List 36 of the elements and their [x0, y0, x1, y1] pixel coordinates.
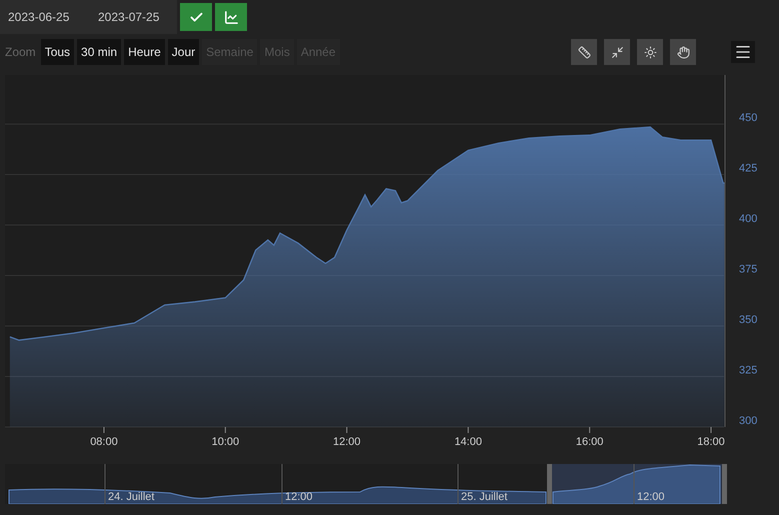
zoom-button[interactable]: Jour: [168, 39, 200, 65]
zoom-button[interactable]: Heure: [124, 39, 165, 65]
x-axis-label: 12:00: [333, 436, 361, 448]
menu-button[interactable]: [731, 41, 755, 63]
zoom-button[interactable]: 30 min: [77, 39, 122, 65]
navigator-label: 12:00: [637, 491, 665, 503]
navigator-label: 25. Juillet: [461, 491, 508, 503]
chart-button[interactable]: [215, 3, 248, 31]
hand-icon[interactable]: [670, 39, 696, 65]
sun-icon[interactable]: [637, 39, 663, 65]
x-axis-label: 08:00: [90, 436, 118, 448]
y-axis-label: 425: [739, 162, 758, 175]
zoom-button[interactable]: Tous: [40, 39, 74, 65]
navigator[interactable]: 24. Juillet 12:00 25. Juillet 12:00: [0, 456, 779, 504]
start-date[interactable]: 2023-06-25: [8, 10, 98, 24]
menu-icon: [734, 43, 752, 61]
arrows-icon[interactable]: [604, 39, 630, 65]
navigator-selection[interactable]: [547, 464, 727, 504]
x-axis-label: 16:00: [576, 436, 604, 448]
navigator-label: 24. Juillet: [108, 491, 154, 503]
ruler-icon[interactable]: [571, 39, 597, 65]
zoom-label: Zoom: [5, 45, 36, 59]
x-axis-label: 10:00: [212, 436, 240, 448]
line-chart-icon: [224, 10, 239, 24]
y-axis-label: 375: [739, 264, 758, 276]
x-axis-label: 14:00: [454, 436, 482, 448]
x-axis-label: 18:00: [697, 436, 725, 448]
date-range-field[interactable]: 2023-06-25 2023-07-25: [0, 0, 178, 34]
apply-button[interactable]: [180, 3, 212, 31]
y-axis-label: 300: [739, 415, 758, 427]
y-axis-label: 400: [739, 213, 758, 226]
navigator-label: 12:00: [285, 491, 313, 503]
end-date[interactable]: 2023-07-25: [98, 10, 160, 24]
y-axis-label: 325: [739, 364, 758, 376]
y-axis-label: 350: [739, 314, 758, 326]
y-axis-label: 450: [739, 112, 758, 124]
